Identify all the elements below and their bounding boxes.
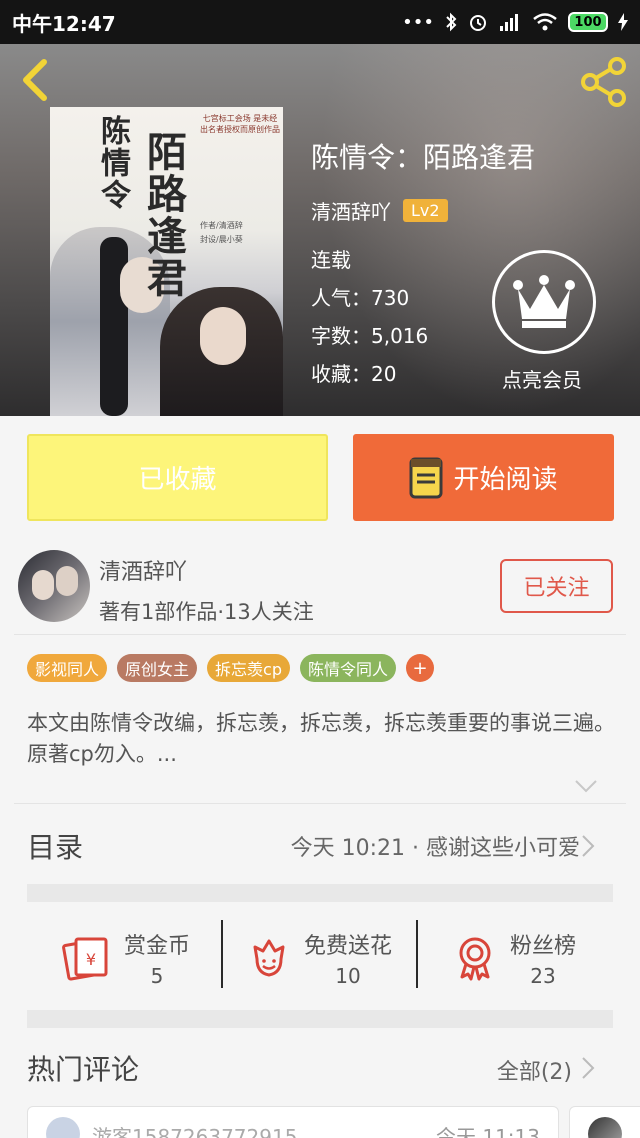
tag-item[interactable]: 原创女主	[117, 654, 198, 682]
vip-button[interactable]	[492, 250, 596, 354]
start-reading-button[interactable]: 开始阅读	[353, 434, 614, 521]
status-bar: 中午12:47 ••• 100	[0, 0, 640, 44]
chevron-right-icon[interactable]	[580, 1056, 596, 1080]
book-header: 陈情令 陌路逢君 七宫标工会场 是未经 出名者授权而原创作品 作者/清酒辞 封设…	[0, 44, 640, 416]
tag-item[interactable]: 拆忘羡cp	[207, 654, 290, 682]
book-icon	[409, 457, 443, 498]
cover-credit-design: 封设/晨小葵	[200, 235, 243, 244]
cover-title-line1: 陈情令	[95, 115, 130, 211]
cover-note: 七宫标工会场 是未经 出名者授权而原创作品	[200, 114, 280, 134]
book-title: 陈情令：陌路逢君	[311, 141, 536, 174]
flower-icon	[253, 939, 285, 977]
reward-value: 10	[335, 964, 361, 988]
reward-label: 粉丝榜	[509, 934, 576, 959]
divider	[14, 803, 626, 804]
reward-label: 赏金币	[123, 934, 190, 959]
avatar	[588, 1117, 622, 1138]
reward-coins-text: 赏金币 5	[124, 928, 190, 988]
table-of-contents-row[interactable]: 目录 今天 10:21 · 感谢这些小可爱	[0, 816, 640, 876]
tag-item[interactable]: 陈情令同人	[300, 654, 397, 682]
comment-card[interactable]	[569, 1106, 640, 1138]
divider	[14, 634, 626, 635]
author-name[interactable]: 清酒辞吖	[99, 554, 187, 586]
avatar-figure	[32, 570, 54, 600]
hot-comments-label: 热门评论	[27, 1053, 140, 1086]
charging-icon	[618, 13, 628, 31]
popularity-stat: 人气：730	[311, 286, 410, 310]
section-divider	[27, 884, 613, 902]
chevron-right-icon	[582, 835, 595, 857]
rewards-row: ¥ 赏金币 5 免费送花 10 粉丝榜 23	[0, 906, 640, 1010]
reward-value: 5	[150, 964, 164, 988]
toc-latest-update: 今天 10:21 · 感谢这些小可爱	[290, 836, 580, 861]
comment-card[interactable]: 游客1587263772915 今天 11:13	[27, 1106, 559, 1138]
serial-status: 连载	[311, 248, 351, 272]
cover-title-line2: 陌路逢君	[140, 131, 187, 299]
collected-label: 已收藏	[138, 465, 217, 495]
author-info: 著有1部作品·13人关注	[99, 600, 314, 624]
word-count-stat: 字数：5,016	[311, 324, 429, 348]
all-comments-link[interactable]: 全部(2)	[497, 1054, 572, 1086]
share-button[interactable]	[578, 56, 630, 108]
vip-label[interactable]: 点亮会员	[502, 364, 582, 393]
chevron-down-icon	[575, 780, 597, 793]
reward-fans[interactable]: 粉丝榜 23	[417, 920, 613, 996]
favorites-stat: 收藏：20	[311, 362, 397, 386]
reward-label: 免费送花	[303, 934, 392, 959]
section-divider	[27, 1010, 613, 1028]
add-tag-button[interactable]: +	[406, 654, 435, 682]
cover-figure-face	[200, 307, 246, 365]
crown-icon	[513, 275, 575, 328]
bluetooth-icon	[446, 12, 457, 32]
cover-figure-hair	[100, 237, 128, 416]
header-author-name[interactable]: 清酒辞吖	[311, 196, 391, 225]
avatar	[46, 1117, 80, 1138]
tag-list: 影视同人 原创女主 拆忘羡cp 陈情令同人 +	[27, 654, 435, 682]
cover-credits: 作者/清酒辞 封设/晨小葵	[200, 219, 243, 247]
dots-icon: •••	[402, 11, 434, 33]
author-row: 清酒辞吖 Lv2	[311, 196, 448, 225]
battery-icon: 100	[568, 12, 608, 32]
reward-flowers-text: 免费送花 10	[304, 928, 392, 988]
reward-fans-text: 粉丝榜 23	[510, 928, 576, 988]
status-icons: ••• 100	[402, 12, 628, 33]
comment-username: 游客1587263772915	[92, 1125, 298, 1138]
follow-button[interactable]: 已关注	[500, 559, 613, 613]
share-icon	[581, 57, 626, 107]
avatar[interactable]	[18, 550, 90, 622]
cover-credit-author: 作者/清酒辞	[200, 221, 243, 230]
back-arrow-icon	[23, 59, 47, 101]
svg-text:¥: ¥	[86, 950, 96, 969]
reward-coins[interactable]: ¥ 赏金币 5	[28, 920, 224, 996]
hot-comments-header: 热门评论 全部(2)	[0, 1040, 640, 1100]
medal-icon	[459, 937, 491, 981]
alarm-icon	[470, 15, 486, 31]
level-badge: Lv2	[403, 199, 448, 222]
wifi-icon	[533, 13, 557, 31]
collected-button[interactable]: 已收藏	[27, 434, 328, 521]
start-reading-label: 开始阅读	[453, 465, 558, 495]
red-envelope-icon: ¥	[62, 937, 108, 981]
reward-flowers[interactable]: 免费送花 10	[222, 920, 418, 996]
author-card: 清酒辞吖 著有1部作品·13人关注 已关注	[0, 540, 640, 634]
expand-button[interactable]	[574, 778, 598, 794]
comment-time: 今天 11:13	[436, 1125, 540, 1138]
follow-label: 已关注	[523, 576, 590, 601]
status-time: 中午12:47	[12, 11, 116, 36]
back-button[interactable]	[16, 58, 56, 102]
book-description[interactable]: 本文由陈情令改编，拆忘羡，拆忘羡，拆忘羡重要的事说三遍。原著cp勿入。...	[27, 708, 617, 770]
reward-value: 23	[530, 964, 556, 988]
avatar-figure	[56, 566, 78, 596]
signal-icon	[500, 14, 518, 31]
tag-item[interactable]: 影视同人	[27, 654, 108, 682]
toc-label: 目录	[27, 831, 84, 864]
book-cover[interactable]: 陈情令 陌路逢君 七宫标工会场 是未经 出名者授权而原创作品 作者/清酒辞 封设…	[50, 107, 283, 416]
